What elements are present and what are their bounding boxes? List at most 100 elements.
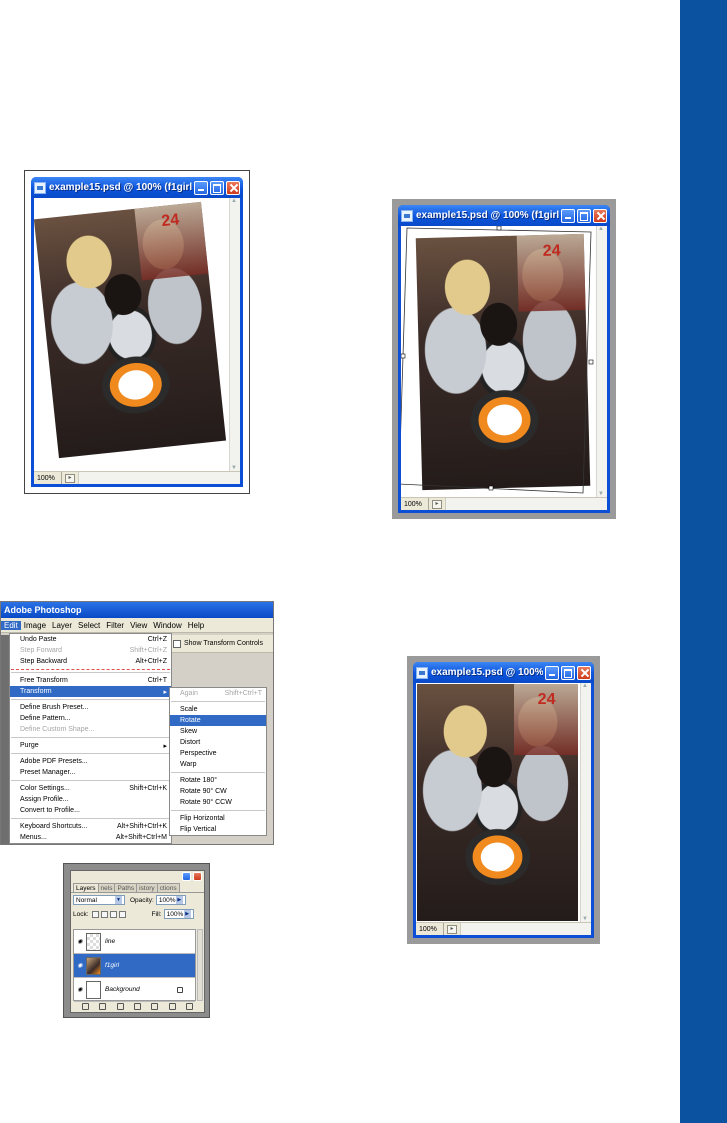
menu-item-preset-manager[interactable]: Preset Manager... [10, 767, 171, 778]
eye-icon[interactable]: ◉ [74, 986, 86, 993]
menu-item-define-brush[interactable]: Define Brush Preset... [10, 702, 171, 713]
zoom-level[interactable]: 100% [34, 472, 62, 484]
menu-edit[interactable]: Edit [1, 620, 21, 630]
tab-layers[interactable]: Layers [73, 883, 99, 892]
menu-item-pdf-presets[interactable]: Adobe PDF Presets... [10, 756, 171, 767]
zoom-level[interactable]: 100% [401, 498, 429, 510]
layer-row-line[interactable]: ◉ line [74, 930, 195, 954]
status-arrow-icon[interactable]: ▸ [432, 499, 442, 509]
layer-style-icon[interactable] [99, 1002, 107, 1010]
window3-titlebar[interactable]: example15.psd @ 100% (f... [413, 662, 594, 683]
menu-item-menus[interactable]: Menus... Alt+Shift+Ctrl+M [10, 832, 171, 843]
menu-item-define-pattern[interactable]: Define Pattern... [10, 713, 171, 724]
menu-item-keyboard-shortcuts[interactable]: Keyboard Shortcuts... Alt+Shift+Ctrl+K [10, 821, 171, 832]
submenu-item-flip-vertical[interactable]: Flip Vertical [170, 824, 266, 835]
eye-icon[interactable]: ◉ [74, 938, 86, 945]
minimize-icon[interactable] [182, 872, 191, 881]
submenu-item-rotate-90-ccw[interactable]: Rotate 90° CCW [170, 797, 266, 808]
trash-icon[interactable] [185, 1002, 193, 1010]
submenu-item-warp[interactable]: Warp [170, 759, 266, 770]
link-layers-icon[interactable] [82, 1002, 90, 1010]
tab-channels[interactable]: nels [97, 883, 116, 892]
show-transform-checkbox[interactable] [173, 639, 181, 648]
submenu-item-skew[interactable]: Skew [170, 726, 266, 737]
lock-all-icon[interactable] [118, 910, 126, 918]
close-icon[interactable] [193, 872, 202, 881]
menu-filter[interactable]: Filter [103, 621, 127, 630]
window1-canvas[interactable]: 24 100% ▸ [34, 198, 240, 484]
tab-history[interactable]: istory [136, 883, 158, 892]
blend-mode-select[interactable]: Normal ▼ [73, 895, 125, 905]
window2-titlebar[interactable]: example15.psd @ 100% (f1girl co... [398, 205, 610, 226]
menu-item-convert-profile[interactable]: Convert to Profile... [10, 805, 171, 816]
new-group-icon[interactable] [151, 1002, 159, 1010]
menu-window[interactable]: Window [150, 621, 184, 630]
menu-item-free-transform[interactable]: Free Transform Ctrl+T [10, 675, 171, 686]
menu-image[interactable]: Image [21, 621, 49, 630]
zoom-level[interactable]: 100% [416, 923, 444, 935]
menu-view[interactable]: View [127, 621, 150, 630]
opacity-input[interactable]: 100% ▶ [155, 895, 186, 905]
menu-item-define-custom-shape[interactable]: Define Custom Shape... [10, 724, 171, 735]
menu-item-step-backward[interactable]: Step Backward Alt+Ctrl+Z [10, 656, 171, 667]
palette-titlebar[interactable] [71, 871, 204, 883]
status-arrow-icon[interactable]: ▸ [447, 924, 457, 934]
close-icon[interactable] [577, 665, 591, 680]
submenu-item-rotate-90-cw[interactable]: Rotate 90° CW [170, 786, 266, 797]
lock-transparency-icon[interactable] [91, 910, 99, 918]
vertical-scrollbar[interactable] [596, 226, 607, 497]
minimize-icon[interactable] [561, 208, 575, 223]
submenu-item-rotate[interactable]: Rotate [170, 715, 266, 726]
submenu-item-perspective[interactable]: Perspective [170, 748, 266, 759]
menu-item-transform[interactable]: Transform ▸ [10, 686, 171, 697]
horizontal-scrollbar[interactable] [460, 923, 591, 935]
document-window-1[interactable]: example15.psd @ 100% (f1girl co... 24 10… [31, 177, 243, 487]
fill-input[interactable]: 100% ▶ [163, 909, 194, 919]
vertical-scrollbar[interactable] [580, 683, 591, 922]
close-icon[interactable] [226, 180, 240, 195]
menu-item-undo-paste[interactable]: Undo Paste Ctrl+Z [10, 634, 171, 645]
layer-row-f1girl[interactable]: ◉ f1girl [74, 954, 195, 978]
submenu-item-scale[interactable]: Scale [170, 704, 266, 715]
menu-item-assign-profile[interactable]: Assign Profile... [10, 794, 171, 805]
show-transform-label[interactable]: Show Transform Controls [184, 640, 263, 647]
menu-item-purge[interactable]: Purge ▸ [10, 740, 171, 751]
menu-select[interactable]: Select [75, 621, 103, 630]
menu-help[interactable]: Help [185, 621, 207, 630]
new-layer-icon[interactable] [168, 1002, 176, 1010]
window1-titlebar[interactable]: example15.psd @ 100% (f1girl co... [31, 177, 243, 198]
tab-actions[interactable]: ctions [156, 883, 180, 892]
document-window-3[interactable]: example15.psd @ 100% (f... 24 100% ▸ [413, 662, 594, 938]
menu-layer[interactable]: Layer [49, 621, 75, 630]
submenu-item-flip-horizontal[interactable]: Flip Horizontal [170, 813, 266, 824]
minimize-icon[interactable] [194, 180, 208, 195]
window2-canvas[interactable]: 24 100% ▸ [401, 226, 607, 510]
lock-brush-icon[interactable] [100, 910, 108, 918]
fill-label: Fill: [151, 910, 162, 918]
document-window-2[interactable]: example15.psd @ 100% (f1girl co... 24 10… [398, 205, 610, 513]
submenu-item-rotate-180[interactable]: Rotate 180° [170, 775, 266, 786]
lock-move-icon[interactable] [109, 910, 117, 918]
layer-mask-icon[interactable] [116, 1002, 124, 1010]
eye-icon[interactable]: ◉ [74, 962, 86, 969]
transform-bounding-box[interactable] [401, 226, 607, 497]
tab-paths[interactable]: Paths [114, 883, 138, 892]
horizontal-scrollbar[interactable] [78, 472, 240, 484]
layer-row-background[interactable]: ◉ Background [74, 978, 195, 1002]
vertical-scrollbar[interactable] [229, 198, 240, 471]
menu-item-step-forward[interactable]: Step Forward Shift+Ctrl+Z [10, 645, 171, 656]
status-arrow-icon[interactable]: ▸ [65, 473, 75, 483]
maximize-icon[interactable] [561, 665, 575, 680]
maximize-icon[interactable] [210, 180, 224, 195]
maximize-icon[interactable] [577, 208, 591, 223]
menu-item-color-settings[interactable]: Color Settings... Shift+Ctrl+K [10, 783, 171, 794]
submenu-item-again[interactable]: Again Shift+Ctrl+T [170, 688, 266, 699]
horizontal-scrollbar[interactable] [445, 498, 607, 510]
submenu-item-distort[interactable]: Distort [170, 737, 266, 748]
minimize-icon[interactable] [545, 665, 559, 680]
window3-canvas[interactable]: 24 100% ▸ [416, 683, 591, 935]
window3-frame: example15.psd @ 100% (f... 24 100% ▸ [407, 656, 600, 944]
layers-scrollbar[interactable] [197, 929, 203, 1001]
adjustment-layer-icon[interactable] [133, 1002, 141, 1010]
close-icon[interactable] [593, 208, 607, 223]
